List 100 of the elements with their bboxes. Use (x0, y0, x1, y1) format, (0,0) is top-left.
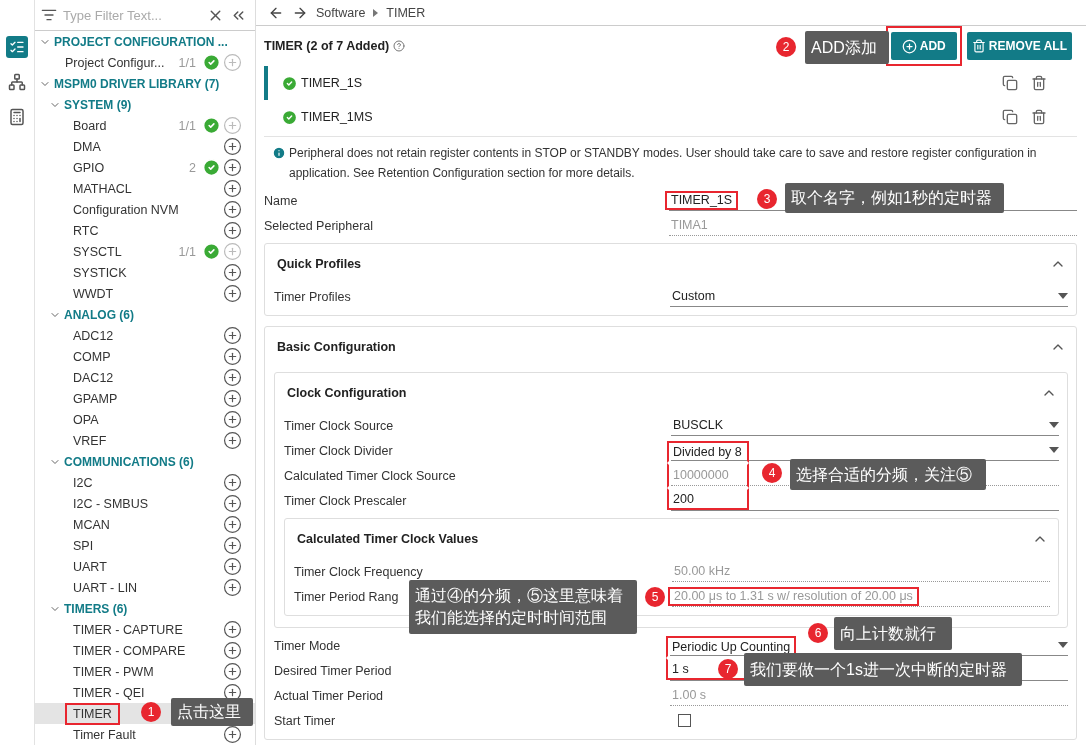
tree-group-label[interactable]: COMMUNICATIONS (6) (64, 454, 194, 469)
add-icon[interactable] (223, 578, 242, 597)
tree-item[interactable]: Board 1/1 (35, 115, 255, 136)
trash-icon[interactable] (1031, 109, 1047, 125)
add-icon[interactable] (223, 410, 242, 429)
section-title[interactable]: Basic Configuration (277, 340, 396, 354)
section-title[interactable]: Calculated Timer Clock Values (297, 532, 479, 546)
activity-button[interactable] (6, 71, 28, 93)
add-icon[interactable] (223, 368, 242, 387)
tree-item-label: UART (72, 558, 108, 576)
tree-item[interactable]: WWDT (35, 283, 255, 304)
add-icon[interactable] (223, 389, 242, 408)
tree-item-label: DAC12 (72, 369, 115, 387)
add-icon[interactable] (223, 221, 242, 240)
tree-item-label: SPI (72, 537, 95, 555)
add-icon[interactable] (223, 200, 242, 219)
add-icon[interactable] (223, 263, 242, 282)
add-icon[interactable] (223, 536, 242, 555)
field-label: Calculated Timer Clock Source (284, 468, 456, 483)
field-label: Name (264, 193, 298, 208)
filter-field[interactable]: Type Filter Text... (63, 7, 201, 23)
add-icon[interactable] (223, 137, 242, 156)
dropdown[interactable]: BUSCLK (671, 415, 1059, 436)
breadcrumb-link[interactable]: TIMER (386, 5, 426, 20)
tree-item[interactable]: VREF (35, 430, 255, 451)
caret-icon (1049, 422, 1059, 428)
field-label: Timer Clock Source (284, 418, 394, 433)
add-icon[interactable] (223, 158, 242, 177)
filter-icon (41, 7, 57, 23)
tree-item[interactable]: MCAN (35, 514, 255, 535)
tree-item[interactable]: TIMER - CAPTURE (35, 619, 255, 640)
step-badge: 3 (757, 189, 777, 209)
add-icon[interactable] (223, 179, 242, 198)
add-icon[interactable] (223, 620, 242, 639)
section-title[interactable]: Quick Profiles (277, 257, 362, 271)
add-icon[interactable] (223, 473, 242, 492)
tree-item[interactable]: TIMER - PWM (35, 661, 255, 682)
tree-item[interactable]: DAC12 (35, 367, 255, 388)
trash-icon[interactable] (1031, 75, 1047, 91)
tree-item[interactable]: UART - LIN (35, 577, 255, 598)
add-icon[interactable] (223, 431, 242, 450)
tree-group-label[interactable]: PROJECT CONFIGURATION ... (54, 34, 228, 49)
add-icon (901, 38, 917, 54)
section-title[interactable]: Clock Configuration (287, 386, 407, 400)
checkbox[interactable] (678, 714, 691, 727)
breadcrumb-link[interactable]: Software (316, 5, 366, 20)
tree-item-label: RTC (72, 222, 100, 240)
tree-item[interactable]: OPA (35, 409, 255, 430)
tree-item[interactable]: I2C - SMBUS (35, 493, 255, 514)
add-icon[interactable] (223, 557, 242, 576)
tree-item[interactable]: SYSCTL 1/1 (35, 241, 255, 262)
tree-item[interactable]: COMP (35, 346, 255, 367)
tree-item[interactable]: RTC (35, 220, 255, 241)
tree-item[interactable]: GPIO 2 (35, 157, 255, 178)
tree-item-label: I2C - SMBUS (72, 495, 149, 513)
activity-button[interactable] (6, 36, 28, 58)
tree-item[interactable]: UART (35, 556, 255, 577)
tree-item[interactable]: DMA (35, 136, 255, 157)
tree-group-label[interactable]: MSPM0 DRIVER LIBRARY (7) (54, 76, 220, 91)
add-icon[interactable] (223, 494, 242, 513)
callout-tooltip: 取个名字，例如1秒的定时器 (785, 183, 1004, 213)
info-text: Peripheral does not retain register contents in STOP or STANDBY modes. User should take care to save and restore register configuration in application. See Retention Configuration section for more details. (289, 145, 1038, 182)
tree-group-label[interactable]: ANALOG (6) (64, 307, 134, 322)
tree-item-label: I2C (72, 474, 94, 492)
tree-item[interactable]: GPAMP (35, 388, 255, 409)
add-button[interactable]: ADD (890, 32, 957, 60)
instance-row[interactable]: TIMER_1MS (264, 100, 1077, 134)
instance-count: 1/1 (178, 118, 196, 133)
add-icon[interactable] (223, 515, 242, 534)
add-icon[interactable] (223, 662, 242, 681)
add-icon[interactable] (223, 641, 242, 660)
caret-icon (1058, 642, 1068, 648)
tree-group-label[interactable]: SYSTEM (9) (64, 97, 132, 112)
tree-item[interactable]: MATHACL (35, 178, 255, 199)
add-icon[interactable] (223, 725, 242, 744)
tree-item[interactable]: Configuration NVM (35, 199, 255, 220)
add-icon[interactable] (223, 284, 242, 303)
field-label: Desired Timer Period (274, 663, 392, 678)
copy-icon[interactable] (1002, 109, 1018, 125)
tree-item[interactable]: I2C (35, 472, 255, 493)
tree-item[interactable]: SPI (35, 535, 255, 556)
tree-item[interactable]: SYSTICK (35, 262, 255, 283)
field-label: Timer Clock Divider (284, 443, 393, 458)
remove-all-button[interactable]: REMOVE ALL (966, 32, 1072, 60)
dropdown[interactable]: Custom (670, 286, 1068, 307)
tree-item-label: WWDT (72, 285, 115, 303)
tree-item-label: Board (72, 117, 108, 135)
tree-item[interactable]: Timer Fault (35, 724, 255, 745)
instance-count: 1/1 (178, 55, 196, 70)
tree-item-label: TIMER - QEI (72, 684, 146, 702)
readonly-field: TIMA1 (669, 215, 1077, 236)
caret-icon (1049, 447, 1059, 453)
add-icon[interactable] (223, 347, 242, 366)
tree-item[interactable]: TIMER - COMPARE (35, 640, 255, 661)
copy-icon[interactable] (1002, 75, 1018, 91)
help-icon[interactable] (393, 40, 406, 52)
tree-group-label[interactable]: TIMERS (6) (64, 601, 128, 616)
add-icon[interactable] (223, 326, 242, 345)
tree-item[interactable]: ADC12 (35, 325, 255, 346)
tree-item[interactable]: Project Configur... 1/1 (35, 52, 255, 73)
